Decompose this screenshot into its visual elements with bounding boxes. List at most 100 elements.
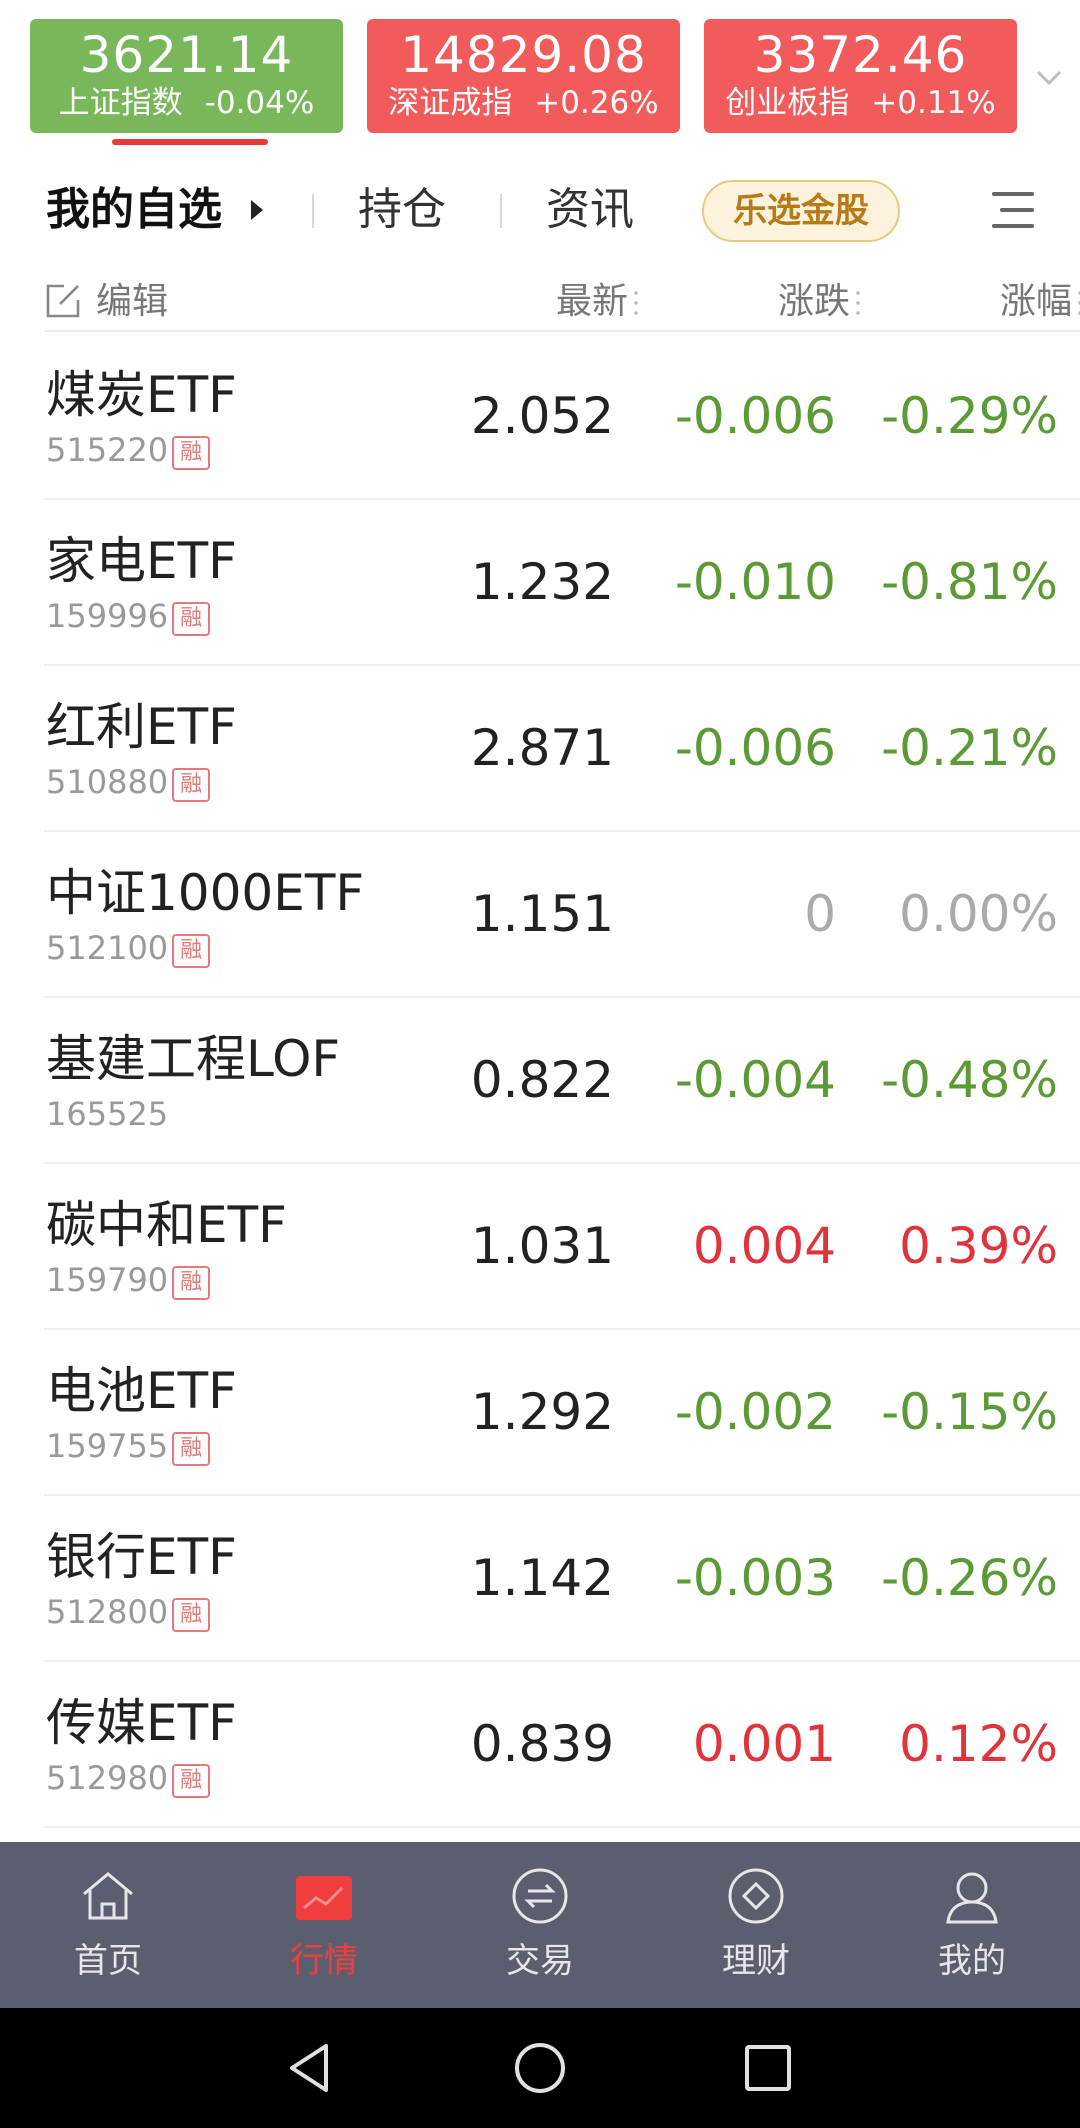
tab-watchlist[interactable]: 我的自选 xyxy=(46,180,222,240)
column-change-label: 涨跌 xyxy=(777,281,850,322)
latest-price: 1.292 xyxy=(470,1383,614,1441)
tab-holdings[interactable]: 持仓 xyxy=(358,180,446,240)
margin-badge: 融 xyxy=(172,1598,211,1632)
watchlist: 煤炭ETF 515220 融 2.052 -0.006 -0.29% 家电ETF … xyxy=(44,334,1080,1828)
table-row[interactable]: 中证1000ETF 512100 融 1.151 0 0.00% xyxy=(44,832,1080,998)
fund-code-wrap: 512800 融 xyxy=(46,1592,211,1632)
home-icon xyxy=(83,1872,133,1920)
index-value: 14829.08 xyxy=(400,26,647,84)
nav-item-wealth[interactable]: 理财 xyxy=(648,1842,864,2008)
fund-name: 电池ETF xyxy=(46,1362,237,1420)
fund-name: 银行ETF xyxy=(46,1528,237,1586)
nav-item-market[interactable]: 行情 xyxy=(216,1842,432,2008)
price-change: -0.010 xyxy=(674,553,836,611)
margin-badge: 融 xyxy=(172,1432,211,1466)
margin-badge: 融 xyxy=(172,1266,211,1300)
table-row[interactable]: 电池ETF 159755 融 1.292 -0.002 -0.15% xyxy=(44,1330,1080,1496)
index-card-shenzhen[interactable]: 14829.08 深证成指 +0.26% xyxy=(367,19,680,133)
nav-item-mine[interactable]: 我的 xyxy=(864,1842,1080,2008)
home-circle-icon[interactable] xyxy=(510,2038,570,2098)
market-chart-icon xyxy=(296,1876,352,1920)
fund-code-wrap: 159790 融 xyxy=(46,1260,211,1300)
nav-label: 行情 xyxy=(290,1941,358,1981)
user-icon xyxy=(946,1872,998,1924)
nav-label: 我的 xyxy=(938,1941,1006,1981)
price-change: -0.006 xyxy=(674,387,836,445)
table-row[interactable]: 银行ETF 512800 融 1.142 -0.003 -0.26% xyxy=(44,1496,1080,1662)
menu-icon[interactable] xyxy=(988,188,1038,232)
exchange-icon xyxy=(512,1868,568,1924)
wealth-diamond-icon xyxy=(728,1868,784,1924)
price-change: 0 xyxy=(804,885,836,943)
index-bar: 3621.14 上证指数 -0.04% 14829.08 深证成指 +0.26%… xyxy=(0,0,1080,150)
latest-price: 1.031 xyxy=(470,1217,614,1275)
system-navigation-bar xyxy=(0,2008,1080,2128)
active-index-indicator xyxy=(112,139,268,145)
promo-pill-button[interactable]: 乐选金股 xyxy=(702,180,900,242)
edit-button[interactable]: 编辑 xyxy=(96,278,168,326)
fund-code: 159755 xyxy=(46,1427,169,1465)
price-change: -0.004 xyxy=(674,1051,836,1109)
fund-code-wrap: 512980 融 xyxy=(46,1758,211,1798)
table-row[interactable]: 基建工程LOF 165525 0.822 -0.004 -0.48% xyxy=(44,998,1080,1164)
latest-price: 1.232 xyxy=(470,553,614,611)
index-card-shanghai[interactable]: 3621.14 上证指数 -0.04% xyxy=(30,19,343,133)
fund-code: 165525 xyxy=(46,1095,169,1133)
sort-handle-icon xyxy=(634,288,638,318)
table-row[interactable]: 红利ETF 510880 融 2.871 -0.006 -0.21% xyxy=(44,666,1080,832)
percent-change: -0.21% xyxy=(881,719,1058,777)
column-change[interactable]: 涨跌 xyxy=(778,278,860,326)
recents-square-icon[interactable] xyxy=(738,2038,798,2098)
bottom-navigation: 首页 行情 交易 理财 我的 xyxy=(0,1842,1080,2008)
latest-price: 1.151 xyxy=(470,885,614,943)
fund-code: 512800 xyxy=(46,1593,169,1631)
fund-name: 传媒ETF xyxy=(46,1694,237,1752)
column-header: 编辑 最新 涨跌 涨幅 xyxy=(44,272,1080,332)
percent-change: 0.12% xyxy=(899,1715,1058,1773)
nav-item-home[interactable]: 首页 xyxy=(0,1842,216,2008)
column-pct[interactable]: 涨幅 xyxy=(1000,278,1080,326)
column-price-label: 最新 xyxy=(555,281,628,322)
percent-change: -0.48% xyxy=(881,1051,1058,1109)
percent-change: 0.00% xyxy=(899,885,1058,943)
percent-change: -0.15% xyxy=(881,1383,1058,1441)
table-row[interactable]: 家电ETF 159996 融 1.232 -0.010 -0.81% xyxy=(44,500,1080,666)
fund-code-wrap: 165525 xyxy=(46,1094,168,1134)
fund-code: 159790 xyxy=(46,1261,169,1299)
latest-price: 0.839 xyxy=(470,1715,614,1773)
margin-badge: 融 xyxy=(172,768,211,802)
index-name: 创业板指 xyxy=(725,85,850,121)
table-row[interactable]: 碳中和ETF 159790 融 1.031 0.004 0.39% xyxy=(44,1164,1080,1330)
nav-item-trade[interactable]: 交易 xyxy=(432,1842,648,2008)
nav-label: 理财 xyxy=(722,1941,790,1981)
fund-code-wrap: 159755 融 xyxy=(46,1426,211,1466)
table-row[interactable]: 煤炭ETF 515220 融 2.052 -0.006 -0.29% xyxy=(44,334,1080,500)
percent-change: -0.29% xyxy=(881,387,1058,445)
nav-label: 首页 xyxy=(74,1941,142,1981)
latest-price: 1.142 xyxy=(470,1549,614,1607)
fund-code: 159996 xyxy=(46,597,169,635)
tab-news[interactable]: 资讯 xyxy=(546,180,634,240)
fund-code-wrap: 512100 融 xyxy=(46,928,211,968)
edit-icon[interactable] xyxy=(44,282,82,320)
index-card-chinext[interactable]: 3372.46 创业板指 +0.11% xyxy=(704,19,1017,133)
price-change: 0.001 xyxy=(692,1715,836,1773)
back-triangle-icon[interactable] xyxy=(280,2038,340,2098)
watchlist-tabs: 我的自选 持仓 资讯 乐选金股 xyxy=(0,170,1080,254)
percent-change: -0.26% xyxy=(881,1549,1058,1607)
price-change: -0.006 xyxy=(674,719,836,777)
column-pct-label: 涨幅 xyxy=(999,281,1072,322)
index-change: +0.26% xyxy=(534,85,659,121)
percent-change: -0.81% xyxy=(881,553,1058,611)
table-row[interactable]: 传媒ETF 512980 融 0.839 0.001 0.12% xyxy=(44,1662,1080,1828)
caret-right-icon[interactable] xyxy=(251,200,263,220)
index-value: 3621.14 xyxy=(79,26,294,84)
latest-price: 2.052 xyxy=(470,387,614,445)
margin-badge: 融 xyxy=(172,1764,211,1798)
fund-name: 煤炭ETF xyxy=(46,366,237,424)
sort-handle-icon xyxy=(856,288,860,318)
chevron-down-icon[interactable] xyxy=(1034,62,1064,92)
margin-badge: 融 xyxy=(172,934,211,968)
margin-badge: 融 xyxy=(172,436,211,470)
column-price[interactable]: 最新 xyxy=(556,278,638,326)
